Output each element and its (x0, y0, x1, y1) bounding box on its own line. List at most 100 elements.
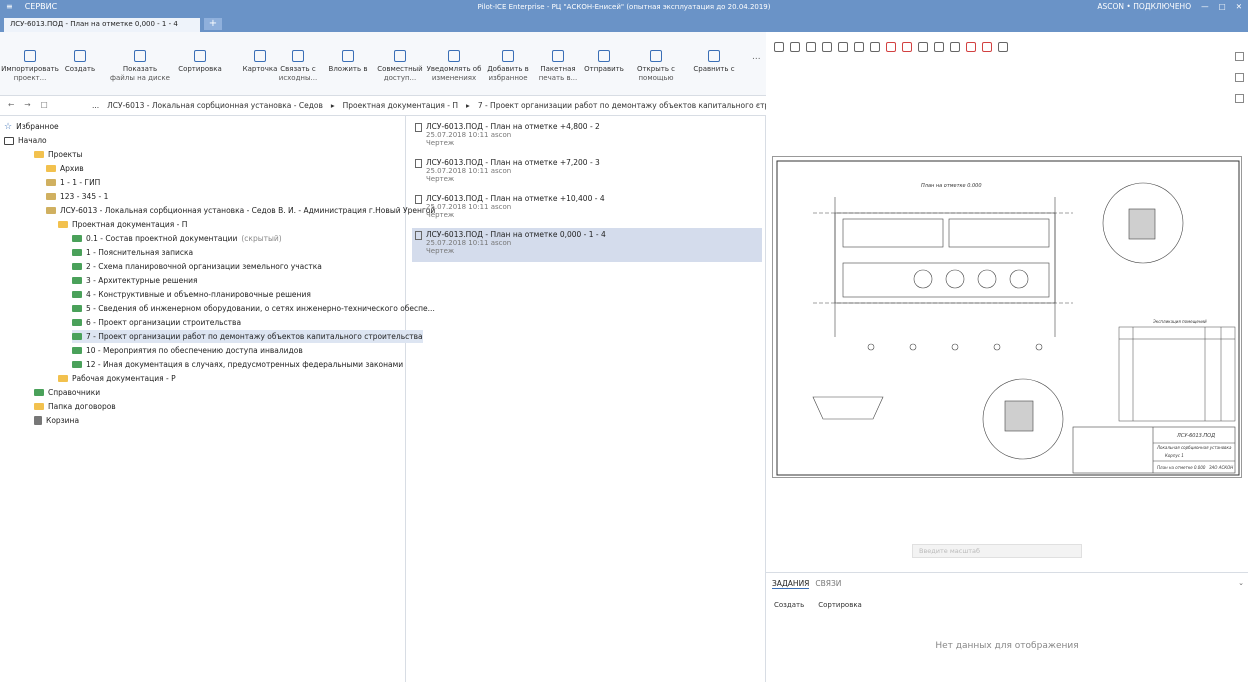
viewer-toolbar (774, 42, 1008, 52)
close-button[interactable]: ✕ (1236, 2, 1242, 11)
breadcrumb-docs[interactable]: Проектная документация - П (343, 101, 458, 110)
file-type: Чертеж (426, 175, 455, 183)
show-files-button[interactable]: Показать файлы на диске (110, 50, 170, 83)
list-item[interactable]: ЛСУ-6013.ПОД - План на отметке +7,200 - … (412, 156, 762, 190)
create-task-button[interactable]: Создать (774, 601, 804, 609)
folder-icon (34, 389, 44, 396)
tree-item[interactable]: Справочники (34, 386, 100, 399)
comment-panel-icon[interactable] (1235, 73, 1244, 82)
comment-icon[interactable] (934, 42, 944, 52)
tree-item[interactable]: 1 - 1 - ГИП (46, 176, 100, 189)
hidden-marker: (скрытый) (241, 234, 282, 243)
line-icon[interactable] (966, 42, 976, 52)
list-item[interactable]: ЛСУ-6013.ПОД - План на отметке +10,400 -… (412, 192, 762, 226)
tab-bar: ЛСУ-6013.ПОД - План на отметке 0,000 - 1… (0, 16, 1248, 32)
folder-icon (34, 403, 44, 410)
tree-item[interactable]: 6 - Проект организации строительства (72, 316, 241, 329)
tree-item-label: Проекты (48, 150, 83, 159)
compare-button[interactable]: Сравнить с (684, 50, 744, 74)
breadcrumb-project[interactable]: ЛСУ-6013 - Локальная сорбционная установ… (107, 101, 323, 110)
tab-tasks[interactable]: ЗАДАНИЯ (772, 579, 810, 589)
maximize-button[interactable]: □ (1219, 2, 1226, 11)
bookmark-icon[interactable] (1235, 94, 1244, 103)
more-button[interactable]: ... (752, 52, 761, 62)
tree-item[interactable]: Рабочая документация - Р (58, 372, 176, 385)
fit-width-icon[interactable] (806, 42, 816, 52)
zoom-in-icon[interactable] (774, 42, 784, 52)
tree-item[interactable]: 7 - Проект организации работ по демонтаж… (72, 330, 423, 343)
tree-item[interactable]: 1 - Пояснительная записка (72, 246, 193, 259)
tree-item[interactable]: 4 - Конструктивные и объемно-планировочн… (72, 288, 311, 301)
back-arrow-icon[interactable]: ← (8, 100, 14, 109)
print-icon[interactable] (838, 42, 848, 52)
tree-item[interactable]: 3 - Архитектурные решения (72, 274, 198, 287)
chevron-down-icon[interactable]: ⌄ (1238, 579, 1244, 587)
tab-document[interactable]: ЛСУ-6013.ПОД - План на отметке 0,000 - 1… (4, 18, 200, 32)
folder-icon (72, 347, 82, 354)
connection-status[interactable]: ASCON • ПОДКЛЮЧЕНО (1097, 2, 1191, 11)
tree-item-label: 5 - Сведения об инженерном оборудовании,… (86, 304, 435, 313)
home-icon[interactable]: □ (41, 100, 48, 109)
stamp-icon[interactable] (854, 42, 864, 52)
create-button[interactable]: Создать (50, 50, 110, 74)
list-item[interactable]: ЛСУ-6013.ПОД - План на отметке 0,000 - 1… (412, 228, 762, 262)
stamp-plan: План на отметке 0.000 (1157, 465, 1206, 470)
forward-arrow-icon[interactable]: → (24, 100, 30, 109)
folder-icon (58, 221, 68, 228)
open-with-button[interactable]: Открыть с помощью (626, 50, 686, 83)
breadcrumb-ellipsis[interactable]: ... (92, 101, 99, 110)
tree-item[interactable]: 5 - Сведения об инженерном оборудовании,… (72, 302, 435, 315)
stamp-sheet: Корпус 1 (1165, 453, 1184, 458)
pencil-icon[interactable] (1235, 52, 1244, 61)
tree-item[interactable]: Корзина (34, 414, 79, 427)
tree-item[interactable]: 10 - Мероприятия по обеспечению доступа … (72, 344, 303, 357)
sort-tasks-button[interactable]: Сортировка (818, 601, 862, 609)
send-button[interactable]: Отправить (574, 50, 634, 74)
tree-item-label: 1 - Пояснительная записка (86, 248, 194, 257)
add-tab-button[interactable]: + (204, 18, 222, 30)
attach-button[interactable]: Вложить в (318, 50, 378, 74)
text-annotation-icon[interactable] (918, 42, 928, 52)
notify-button[interactable]: Уведомлять об изменениях (424, 50, 484, 83)
tree-item[interactable]: ЛСУ-6013 - Локальная сорбционная установ… (46, 204, 435, 217)
folder-icon (34, 151, 44, 158)
sort-button[interactable]: Сортировка (170, 50, 230, 74)
tree-item[interactable]: 0.1 - Состав проектной документации (скры… (72, 232, 282, 245)
zoom-out-icon[interactable] (790, 42, 800, 52)
users-icon (394, 50, 406, 62)
tree-item[interactable]: Проектная документация - П (58, 218, 187, 231)
open-icon (650, 50, 662, 62)
trash-icon (34, 416, 42, 425)
list-item[interactable]: ЛСУ-6013.ПОД - План на отметке +4,800 - … (412, 120, 762, 154)
search-icon[interactable]: ⌕ (756, 100, 760, 110)
breadcrumb-separator-icon: ▸ (330, 101, 335, 110)
document-icon (415, 231, 422, 240)
tree-item[interactable]: 12 - Иная документация в случаях, предус… (72, 358, 403, 371)
tab-links[interactable]: СВЯЗИ (815, 579, 841, 589)
address-bar: ← → □ ... ЛСУ-6013 - Локальная сорбционн… (0, 96, 814, 116)
tree-item[interactable]: Архив (46, 162, 84, 175)
markup-icon[interactable] (902, 42, 912, 52)
tree-item[interactable]: Начало (4, 134, 47, 147)
arrow-annotation-icon[interactable] (886, 42, 896, 52)
link-icon (292, 50, 304, 62)
share-button[interactable]: Совместный доступ... (370, 50, 430, 83)
bell-icon (448, 50, 460, 62)
file-type: Чертеж (426, 211, 455, 219)
tree-item[interactable]: 123 - 345 - 1 (46, 190, 108, 203)
tree-item[interactable]: 2 - Схема планировочной организации земе… (72, 260, 322, 273)
tree-item[interactable]: Папка договоров (34, 400, 116, 413)
breadcrumb-current[interactable]: 7 - Проект организации работ по демонтаж… (478, 101, 815, 110)
tree-item-label: 6 - Проект организации строительства (86, 318, 242, 327)
tree-item[interactable]: Проекты (34, 148, 82, 161)
rectangle-icon[interactable] (982, 42, 992, 52)
circle-icon[interactable] (998, 42, 1008, 52)
zoom-input[interactable]: Введите масштаб (912, 544, 1082, 558)
cursor-icon[interactable] (870, 42, 880, 52)
note-icon[interactable] (950, 42, 960, 52)
minimize-button[interactable]: — (1201, 2, 1209, 11)
tree-item-label: Архив (60, 164, 84, 173)
file-title: ЛСУ-6013.ПОД - План на отметке +4,800 - … (426, 122, 600, 131)
tree-item[interactable]: ☆ Избранное (4, 120, 59, 133)
fit-page-icon[interactable] (822, 42, 832, 52)
